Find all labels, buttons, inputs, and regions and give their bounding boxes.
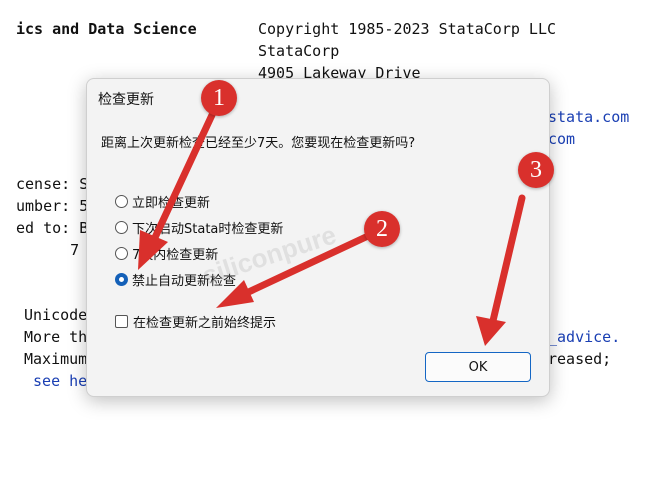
annotation-badge-3: 3: [518, 152, 554, 188]
annotation-arrows: [138, 111, 526, 346]
arrow-3-shaft: [488, 194, 526, 329]
arrow-2-shaft: [236, 232, 372, 300]
annotation-badge-1: 1: [201, 80, 237, 116]
arrow-3-head: [476, 316, 506, 346]
arrow-1-shaft: [148, 111, 216, 248]
arrow-1-head: [138, 230, 168, 270]
arrow-2-head: [216, 280, 254, 308]
annotation-badge-2: 2: [364, 211, 400, 247]
